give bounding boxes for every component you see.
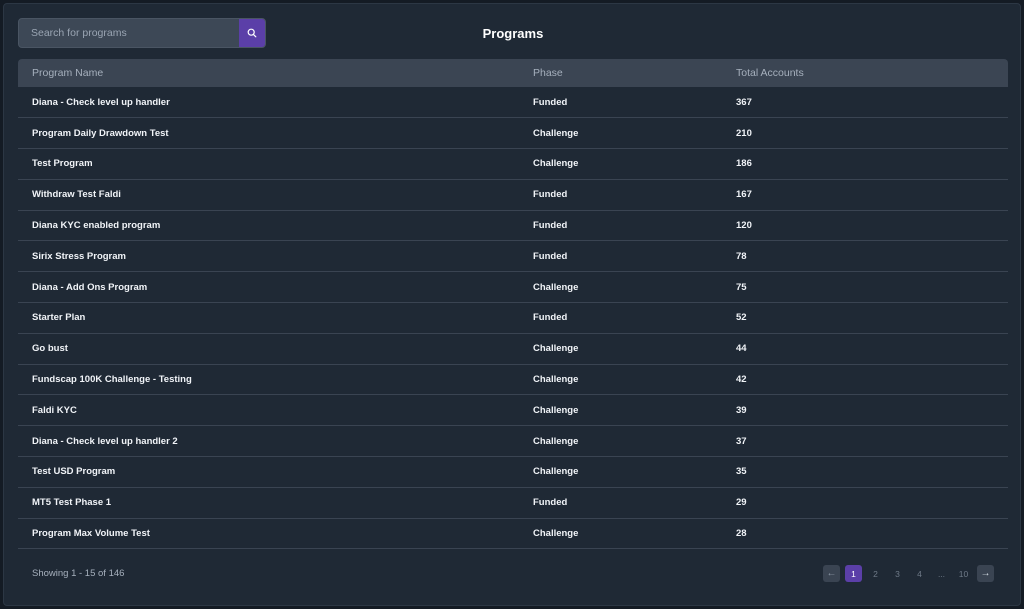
arrow-right-icon: → [980, 568, 991, 579]
cell-phase: Funded [519, 302, 722, 334]
page-title: Programs [482, 26, 544, 41]
table-row[interactable]: Diana KYC enabled program Funded 120 [18, 210, 1008, 242]
table-row[interactable]: Test USD Program Challenge 35 [18, 456, 1008, 488]
table-header-row: Program Name Phase Total Accounts [18, 59, 1008, 87]
cell-program-name: MT5 Test Phase 1 [18, 487, 519, 519]
cell-total-accounts: 52 [722, 302, 1008, 334]
cell-total-accounts: 35 [722, 456, 1008, 488]
cell-total-accounts: 42 [722, 364, 1008, 396]
cell-phase: Funded [519, 240, 722, 273]
cell-phase: Challenge [519, 271, 722, 304]
cell-total-accounts: 167 [722, 179, 1008, 211]
cell-program-name: Go bust [18, 333, 519, 365]
cell-total-accounts: 367 [722, 87, 1008, 119]
cell-program-name: Diana - Check level up handler 2 [18, 425, 519, 458]
cell-program-name: Test Program [18, 148, 519, 180]
cell-program-name: Diana - Add Ons Program [18, 271, 519, 304]
cell-program-name: Withdraw Test Faldi [18, 179, 519, 211]
table-row[interactable]: Faldi KYC Challenge 39 [18, 394, 1008, 427]
cell-total-accounts: 78 [722, 240, 1008, 273]
cell-phase: Funded [519, 487, 722, 519]
cell-program-name: Program Max Volume Test [18, 518, 519, 550]
column-header-phase[interactable]: Phase [519, 59, 722, 87]
pagination: ← 1 2 3 4 ... 10 → [823, 565, 994, 582]
page-ellipsis: ... [937, 568, 946, 579]
next-page-button[interactable]: → [977, 565, 994, 582]
cell-program-name: Test USD Program [18, 456, 519, 488]
page-button[interactable]: 10 [955, 565, 972, 582]
cell-total-accounts: 44 [722, 333, 1008, 365]
cell-phase: Funded [519, 87, 722, 119]
page-button[interactable]: 1 [845, 565, 862, 582]
cell-phase: Challenge [519, 117, 722, 150]
cell-total-accounts: 39 [722, 394, 1008, 427]
column-header-total-accounts[interactable]: Total Accounts [722, 59, 1008, 87]
cell-program-name: Diana KYC enabled program [18, 210, 519, 242]
cell-total-accounts: 29 [722, 487, 1008, 519]
page-button[interactable]: 4 [911, 565, 928, 582]
cell-program-name: Sirix Stress Program [18, 240, 519, 273]
page-button[interactable]: 3 [889, 565, 906, 582]
cell-program-name: Program Daily Drawdown Test [18, 117, 519, 150]
table-row[interactable]: Diana - Add Ons Program Challenge 75 [18, 271, 1008, 304]
cell-total-accounts: 210 [722, 117, 1008, 150]
table-row[interactable]: Go bust Challenge 44 [18, 333, 1008, 365]
pagination-summary: Showing 1 - 15 of 146 [32, 568, 125, 579]
table-row[interactable]: MT5 Test Phase 1 Funded 29 [18, 487, 1008, 519]
table-row[interactable]: Program Max Volume Test Challenge 28 [18, 518, 1008, 550]
table-row[interactable]: Program Daily Drawdown Test Challenge 210 [18, 117, 1008, 150]
table-row[interactable]: Withdraw Test Faldi Funded 167 [18, 179, 1008, 211]
cell-phase: Funded [519, 210, 722, 242]
table-row[interactable]: Fundscap 100K Challenge - Testing Challen… [18, 364, 1008, 396]
cell-program-name: Diana - Check level up handler [18, 87, 519, 119]
table-row[interactable]: Starter Plan Funded 52 [18, 302, 1008, 334]
table-row[interactable]: Diana - Check level up handler Funded 367 [18, 87, 1008, 119]
cell-phase: Challenge [519, 456, 722, 488]
cell-total-accounts: 120 [722, 210, 1008, 242]
table-row[interactable]: Sirix Stress Program Funded 78 [18, 240, 1008, 273]
prev-page-button[interactable]: ← [823, 565, 840, 582]
cell-total-accounts: 75 [722, 271, 1008, 304]
cell-program-name: Starter Plan [18, 302, 519, 334]
cell-total-accounts: 28 [722, 518, 1008, 550]
cell-phase: Challenge [519, 518, 722, 550]
table-row[interactable]: Diana - Check level up handler 2 Challeng… [18, 425, 1008, 458]
table-body: Diana - Check level up handler Funded 367 P… [18, 87, 1008, 550]
page-button[interactable]: 2 [867, 565, 884, 582]
cell-phase: Challenge [519, 394, 722, 427]
cell-total-accounts: 37 [722, 425, 1008, 458]
cell-program-name: Fundscap 100K Challenge - Testing [18, 364, 519, 396]
cell-program-name: Faldi KYC [18, 394, 519, 427]
cell-phase: Challenge [519, 148, 722, 180]
cell-phase: Challenge [519, 425, 722, 458]
cell-phase: Funded [519, 179, 722, 211]
arrow-left-icon: ← [826, 568, 837, 579]
cell-total-accounts: 186 [722, 148, 1008, 180]
cell-phase: Challenge [519, 333, 722, 365]
column-header-program-name[interactable]: Program Name [18, 59, 519, 87]
programs-panel: Programs Program Name Phase Total Accoun… [3, 3, 1021, 606]
cell-phase: Challenge [519, 364, 722, 396]
programs-table: Program Name Phase Total Accounts Diana … [18, 59, 1008, 550]
table-row[interactable]: Test Program Challenge 186 [18, 148, 1008, 180]
